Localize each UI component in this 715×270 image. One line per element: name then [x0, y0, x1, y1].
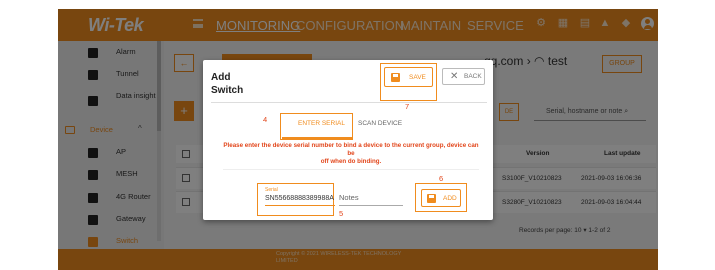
binding-warning: Please enter the device serial number to… [223, 142, 479, 166]
divider [211, 102, 487, 103]
dialog-title-line: Switch [211, 85, 244, 96]
active-tab-indicator [282, 137, 353, 139]
save-label: SAVE [409, 74, 426, 81]
annotation-number: 7 [405, 102, 410, 111]
add-label: ADD [443, 195, 457, 202]
divider [223, 169, 479, 170]
annotation-number: 5 [339, 209, 344, 218]
tab-scan-device[interactable]: SCAN DEVICE [358, 120, 402, 127]
warning-line: Please enter the device serial number to… [223, 142, 479, 157]
notes-input[interactable]: Notes [339, 193, 359, 202]
app-window: Wi-Tek MONITORING CONFIGURATION MAINTAIN… [58, 9, 658, 270]
serial-field-label: Serial [265, 187, 278, 193]
warning-line: off when do binding. [320, 158, 382, 165]
back-label: BACK [464, 73, 482, 80]
notes-underline [339, 205, 403, 206]
dialog-title: Add Switch [211, 71, 271, 97]
annotation-number: 4 [263, 115, 268, 124]
serial-input[interactable]: SN55668888389988A [265, 195, 334, 202]
serial-underline [265, 205, 335, 206]
save-button[interactable]: SAVE [384, 67, 433, 87]
add-button[interactable]: ADD [421, 189, 461, 207]
dialog-title-line: Add [211, 72, 231, 83]
add-switch-dialog: Add Switch 7 SAVE ✕ BACK 4 ENTER SERIAL … [203, 60, 493, 220]
save-icon [391, 73, 400, 82]
tab-enter-serial[interactable]: ENTER SERIAL [298, 120, 345, 127]
close-icon: ✕ [450, 71, 459, 82]
save-icon [427, 194, 436, 203]
annotation-number: 6 [439, 174, 444, 183]
back-button[interactable]: ✕ BACK [442, 68, 485, 85]
